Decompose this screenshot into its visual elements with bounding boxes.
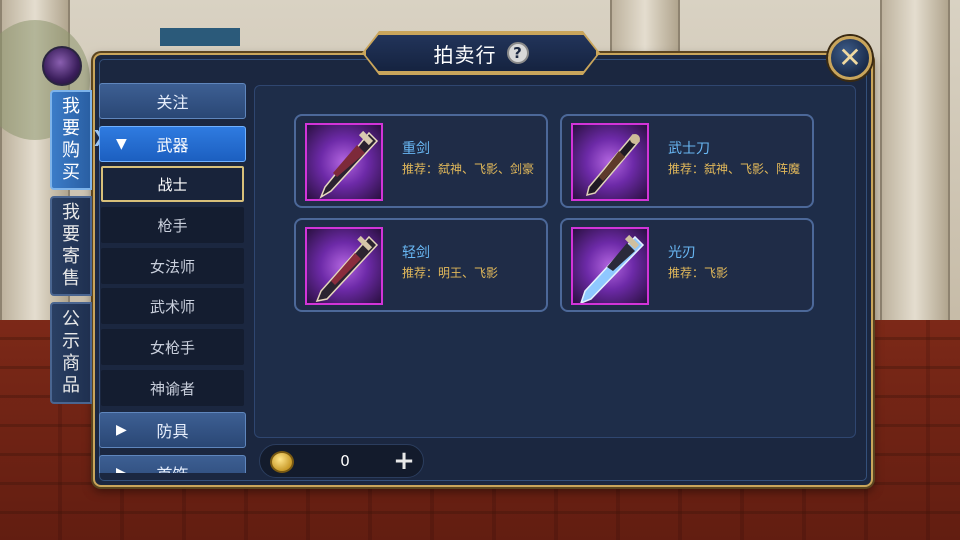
player-avatar[interactable] (42, 46, 82, 86)
item-name: 重剑 (402, 141, 430, 157)
subcategory-item[interactable]: 武术师 (101, 288, 244, 324)
category-accessory-label: 首饰 (156, 461, 188, 473)
page-title: 拍卖行 (433, 42, 497, 67)
katana-icon (571, 123, 649, 201)
subcategory-item[interactable]: 神谕者 (101, 370, 244, 406)
item-name: 武士刀 (668, 141, 710, 157)
item-recommend: 推荐：明王、飞影 (402, 266, 499, 280)
item-card-katana[interactable]: 武士刀 推荐：弑神、飞影、阵魔 (560, 114, 814, 208)
item-card-light-sword[interactable]: 轻剑 推荐：明王、飞影 (294, 218, 548, 312)
tab-public-char: 商 (62, 353, 80, 374)
item-recommend: 推荐：飞影 (668, 266, 729, 280)
subcategory-item[interactable]: 女法师 (101, 248, 244, 284)
scene-pillar (880, 0, 950, 320)
tab-sell-char: 我 (62, 202, 80, 223)
tab-sell-char: 要 (62, 224, 80, 245)
currency-amount: 0 (340, 452, 350, 470)
title-plaque: 拍卖行 ? (364, 33, 598, 73)
tab-buy[interactable]: 我 要 购 买 (50, 90, 92, 190)
coin-icon (270, 451, 294, 473)
category-armor-label: 防具 (156, 422, 189, 441)
category-accessory[interactable]: ▶ 首饰 (99, 455, 246, 473)
tab-sell-char: 售 (62, 268, 80, 289)
light-blade-icon (571, 227, 649, 305)
triangle-right-icon: ▶ (116, 422, 127, 438)
subcategory-item[interactable]: 女枪手 (101, 329, 244, 365)
tab-buy-char: 购 (62, 140, 80, 161)
item-name: 轻剑 (402, 245, 430, 261)
category-follow-label: 关注 (156, 93, 189, 112)
close-button[interactable]: ✕ (828, 36, 872, 80)
tab-public-char: 品 (62, 375, 80, 396)
tab-buy-char: 要 (62, 118, 80, 139)
category-weapons-label: 武器 (156, 136, 189, 155)
tab-buy-char: 我 (62, 96, 80, 117)
item-recommend: 推荐：弑神、飞影、剑豪 (402, 162, 535, 176)
tab-buy-char: 买 (62, 162, 80, 183)
light-sword-icon (305, 227, 383, 305)
item-card-light-blade[interactable]: 光刃 推荐：飞影 (560, 218, 814, 312)
tab-sell[interactable]: 我 要 寄 售 (50, 196, 92, 296)
category-list: 关注 ▼ 武器 战士 枪手 女法师 武术师 女枪手 神谕者 ▶ 防具 ▶ 首饰 (99, 83, 246, 473)
scene-awning (160, 28, 240, 46)
item-grid-area: 重剑 推荐：弑神、飞影、剑豪 武士刀 推荐：弑神、飞影、阵魔 轻剑 推荐：明王、… (254, 85, 856, 438)
item-card-heavy-sword[interactable]: 重剑 推荐：弑神、飞影、剑豪 (294, 114, 548, 208)
category-armor[interactable]: ▶ 防具 (99, 412, 246, 448)
subcategory-item[interactable]: 枪手 (101, 207, 244, 243)
category-weapons[interactable]: ▼ 武器 (99, 126, 246, 162)
heavy-sword-icon (305, 123, 383, 201)
currency-bar: 0 + (259, 444, 424, 478)
question-icon[interactable]: ? (507, 42, 529, 64)
category-follow[interactable]: 关注 (99, 83, 246, 119)
tab-sell-char: 寄 (62, 246, 80, 267)
tab-public-goods[interactable]: 公 示 商 品 (50, 302, 92, 404)
item-recommend: 推荐：弑神、飞影、阵魔 (668, 162, 801, 176)
tab-public-char: 示 (62, 331, 80, 352)
subcategory-item[interactable]: 战士 (101, 166, 244, 202)
add-currency-button[interactable]: + (392, 448, 416, 474)
triangle-right-icon: ▶ (116, 465, 127, 473)
item-name: 光刃 (668, 245, 696, 261)
tab-public-char: 公 (62, 309, 80, 330)
triangle-down-icon: ▼ (116, 136, 127, 152)
close-x-icon: ✕ (838, 41, 862, 74)
